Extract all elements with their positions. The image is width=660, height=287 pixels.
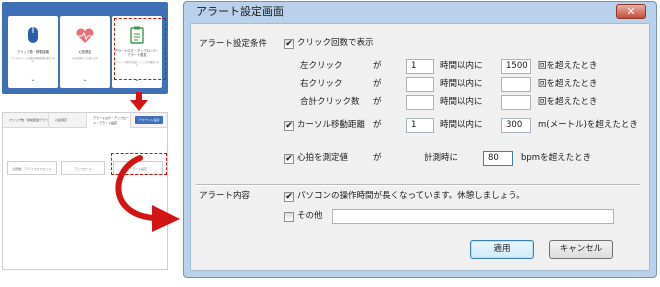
card-desc: 心拍を測定して記録します bbox=[71, 57, 99, 60]
heart-icon bbox=[76, 28, 94, 43]
cursor-distance-input[interactable]: 300 bbox=[501, 118, 531, 133]
highlight-box bbox=[114, 18, 166, 80]
other-checkbox[interactable] bbox=[284, 212, 294, 222]
cancel-button[interactable]: キャンセル bbox=[549, 240, 613, 259]
click-checkbox[interactable]: ✔ bbox=[284, 39, 294, 49]
menu-thumbnail: クリック数・移動距離 マウスのクリック回数や移動距離を設定します ⌄ 心拍測定 … bbox=[2, 2, 168, 94]
menu-card-click-distance[interactable]: クリック数・移動距離 マウスのクリック回数や移動距離を設定します ⌄ bbox=[8, 16, 58, 88]
ga-label: が bbox=[373, 79, 382, 89]
card-title: クリック数・移動距離 bbox=[17, 50, 49, 54]
heart-rate-input[interactable]: 80 bbox=[483, 151, 513, 166]
menu-card-heart[interactable]: 心拍測定 心拍を測定して記録します ⌄ bbox=[60, 16, 110, 88]
chevron-down-icon: ⌄ bbox=[30, 76, 36, 83]
heart-rate-checkbox[interactable]: ✔ bbox=[284, 154, 294, 164]
right-click-count-input[interactable] bbox=[501, 77, 531, 92]
selector-upload[interactable]: アップロード bbox=[61, 161, 105, 175]
within-hours-label: 時間以内に bbox=[440, 120, 483, 130]
within-hours-label: 時間以内に bbox=[440, 97, 483, 107]
bpm-suffix-label: bpmを超えたとき bbox=[521, 153, 592, 163]
chevron-down-icon: ⌄ bbox=[82, 76, 88, 83]
content-label: アラート内容 bbox=[199, 191, 251, 201]
total-click-hours-input[interactable] bbox=[406, 95, 434, 110]
distance-suffix-label: m(メートル)を超えたとき bbox=[538, 120, 638, 130]
left-click-count-input[interactable]: 1500 bbox=[501, 59, 531, 74]
ga-label: が bbox=[373, 97, 382, 107]
during-measure-label: 計測時に bbox=[424, 153, 459, 163]
count-suffix-label: 回を超えたとき bbox=[538, 97, 598, 107]
section-divider bbox=[196, 184, 640, 186]
click-checkbox-label: クリック回数で表示 bbox=[297, 38, 374, 48]
left-click-hours-input[interactable]: 1 bbox=[406, 59, 434, 74]
left-click-label: 左クリック bbox=[300, 61, 343, 71]
other-label: その他 bbox=[297, 211, 323, 221]
conditions-label: アラート設定条件 bbox=[199, 39, 268, 49]
dialog-title: アラート設定画面 bbox=[196, 5, 284, 18]
within-hours-label: 時間以内に bbox=[440, 61, 483, 71]
total-click-label: 合計クリック数 bbox=[300, 97, 360, 107]
cursor-distance-label: カーソル移動距離 bbox=[297, 120, 366, 130]
close-button[interactable]: ✕ bbox=[616, 4, 646, 19]
ga-label: が bbox=[373, 120, 382, 130]
selector-records[interactable]: 記録数、デバイスやスロッド bbox=[7, 161, 57, 175]
curved-arrow-icon bbox=[115, 155, 180, 232]
tab-heart[interactable]: 心拍測定 bbox=[49, 113, 87, 128]
tab-click-graph[interactable]: クリック数・移動距離グラフ bbox=[3, 113, 49, 128]
count-suffix-label: 回を超えたとき bbox=[538, 61, 598, 71]
total-click-count-input[interactable] bbox=[501, 95, 531, 110]
cursor-distance-checkbox[interactable]: ✔ bbox=[284, 121, 294, 131]
cursor-hours-input[interactable]: 1 bbox=[406, 118, 434, 133]
card-title: 心拍測定 bbox=[78, 50, 92, 54]
message-label: パソコンの操作時間が長くなっています。休憩しましょう。 bbox=[297, 191, 525, 201]
heart-rate-label: 心拍を測定値 bbox=[297, 153, 349, 163]
ga-label: が bbox=[373, 61, 382, 71]
count-suffix-label: 回を超えたとき bbox=[538, 79, 598, 89]
right-click-hours-input[interactable] bbox=[406, 77, 434, 92]
right-click-label: 右クリック bbox=[300, 79, 343, 89]
ga-label: が bbox=[373, 153, 382, 163]
mouse-icon bbox=[28, 27, 38, 43]
card-desc: マウスのクリック回数や移動距離を設定します bbox=[11, 57, 55, 63]
apply-button[interactable]: 適用 bbox=[470, 240, 534, 259]
within-hours-label: 時間以内に bbox=[440, 79, 483, 89]
message-checkbox[interactable]: ✔ bbox=[284, 192, 294, 202]
other-message-input[interactable] bbox=[332, 209, 614, 224]
